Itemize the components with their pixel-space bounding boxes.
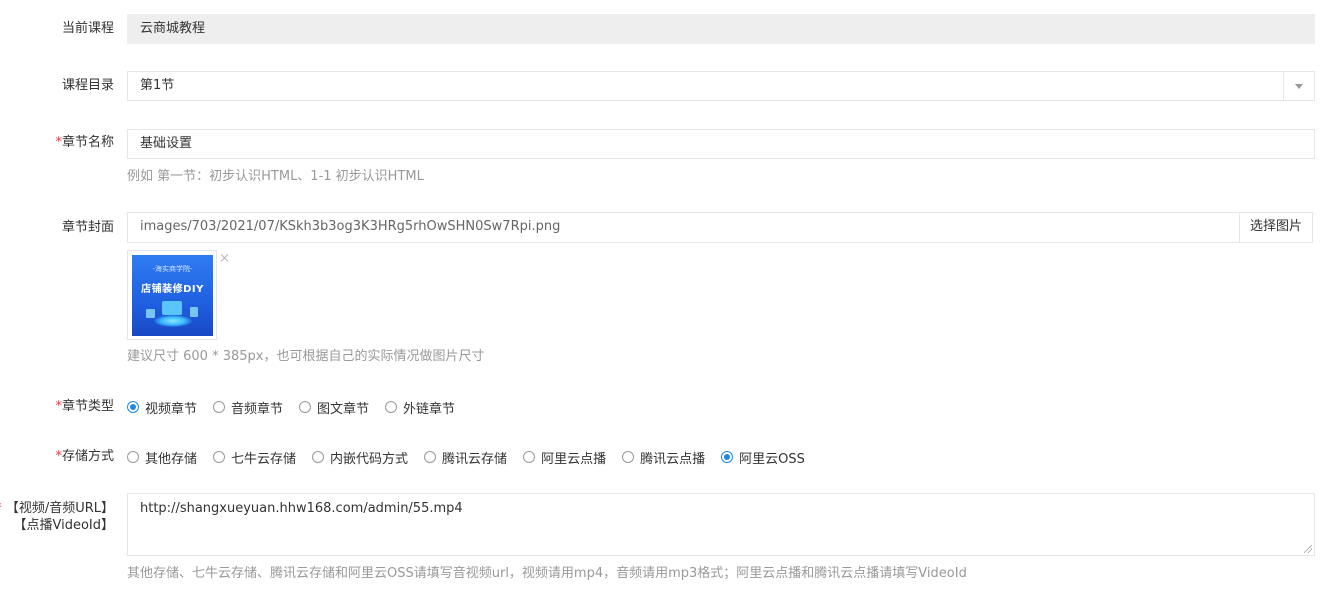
radio-dot[interactable]	[385, 401, 398, 413]
catalog-label: 课程目录	[61, 78, 114, 93]
radio-aliyun-vod[interactable]: 阿里云点播	[523, 448, 606, 467]
storage-label: *存储方式	[55, 449, 114, 464]
cover-image-decoration	[162, 301, 182, 315]
radio-dot[interactable]	[213, 451, 226, 463]
radio-dot[interactable]	[721, 451, 734, 463]
cover-image-decoration	[146, 309, 155, 318]
cover-image-title: 店铺装修DIY	[141, 284, 204, 295]
radio-dot[interactable]	[312, 451, 325, 463]
remove-image-icon[interactable]: ×	[219, 252, 230, 266]
cover-path-input[interactable]: images/703/2021/07/KSkh3b3og3K3HRg5rhOwS…	[127, 212, 1240, 243]
catalog-selected-value: 第1节	[140, 78, 175, 93]
radio-dot[interactable]	[424, 451, 437, 463]
radio-external-chapter[interactable]: 外链章节	[385, 398, 455, 417]
media-url-label: * 【视频/音频URL】 【点播VideoId】	[0, 500, 114, 534]
radio-article-chapter[interactable]: 图文章节	[299, 398, 369, 417]
course-field: 云商城教程	[127, 14, 1315, 44]
radio-audio-chapter[interactable]: 音频章节	[213, 398, 283, 417]
course-label: 当前课程	[61, 21, 114, 36]
cover-thumbnail: -海实商学院- 店铺装修DIY	[127, 250, 217, 340]
radio-video-chapter[interactable]: 视频章节	[127, 398, 197, 417]
radio-dot[interactable]	[523, 451, 536, 463]
chapter-name-label: *章节名称	[55, 135, 114, 150]
radio-dot[interactable]	[622, 451, 635, 463]
radio-aliyun-oss[interactable]: 阿里云OSS	[721, 448, 805, 467]
catalog-select[interactable]: 第1节	[127, 71, 1315, 101]
cover-image-decoration	[154, 315, 192, 327]
radio-qiniu-storage[interactable]: 七牛云存储	[213, 448, 296, 467]
chapter-name-hint: 例如 第一节：初步认识HTML、1-1 初步认识HTML	[127, 169, 424, 184]
chapter-cover-label: 章节封面	[61, 220, 114, 235]
radio-dot[interactable]	[299, 401, 312, 413]
chapter-name-value: 基础设置	[140, 136, 193, 151]
storage-radio-group: 其他存储 七牛云存储 内嵌代码方式 腾讯云存储 阿里云点播 腾讯云点播 阿里云O…	[127, 447, 821, 467]
radio-dot[interactable]	[127, 401, 139, 413]
required-mark: *	[0, 501, 2, 516]
course-value: 云商城教程	[140, 21, 206, 36]
resize-handle-icon[interactable]	[1304, 545, 1312, 553]
chapter-name-input[interactable]: 基础设置	[127, 129, 1315, 159]
radio-tencent-vod[interactable]: 腾讯云点播	[622, 448, 705, 467]
chapter-type-radio-group: 视频章节 音频章节 图文章节 外链章节	[127, 397, 471, 417]
choose-image-button[interactable]: 选择图片	[1239, 212, 1313, 243]
radio-embed-code[interactable]: 内嵌代码方式	[312, 448, 408, 467]
radio-dot[interactable]	[213, 401, 226, 413]
chevron-down-icon[interactable]	[1283, 72, 1314, 100]
chapter-cover-hint: 建议尺寸 600 * 385px，也可根据自己的实际情况做图片尺寸	[127, 349, 485, 364]
cover-path-value: images/703/2021/07/KSkh3b3og3K3HRg5rhOwS…	[140, 219, 561, 234]
radio-other-storage[interactable]: 其他存储	[127, 448, 197, 467]
media-url-hint: 其他存储、七牛云存储、腾讯云存储和阿里云OSS请填写音视频url，视频请用mp4…	[127, 566, 967, 581]
cover-image: -海实商学院- 店铺装修DIY	[132, 255, 213, 336]
media-url-textarea[interactable]: http://shangxueyuan.hhw168.com/admin/55.…	[127, 493, 1315, 556]
cover-image-decoration	[190, 307, 198, 317]
cover-image-subtitle: -海实商学院-	[152, 265, 193, 273]
radio-tencent-storage[interactable]: 腾讯云存储	[424, 448, 507, 467]
radio-dot[interactable]	[127, 451, 139, 463]
chapter-type-label: *章节类型	[55, 399, 114, 414]
media-url-value: http://shangxueyuan.hhw168.com/admin/55.…	[140, 501, 463, 516]
